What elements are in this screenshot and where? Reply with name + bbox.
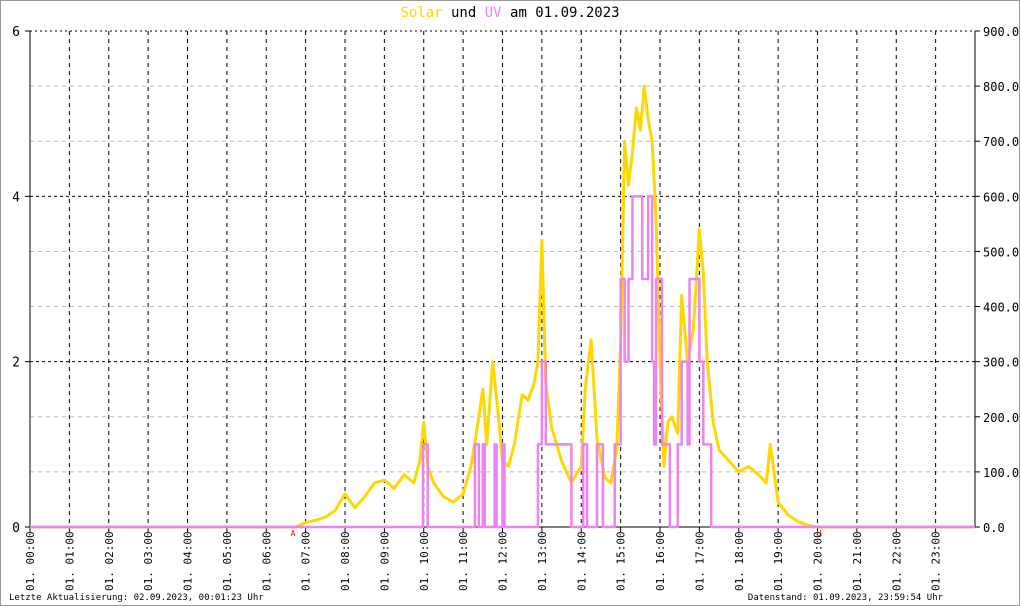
sunrise-marker: A [291, 529, 296, 538]
y-tick-label-left: 2 [12, 356, 20, 371]
x-tick-label: 01. 09:00 [378, 531, 391, 591]
y-tick-label-right: 200.0 [983, 411, 1019, 425]
y-tick-label-right: 700.0 [983, 135, 1019, 149]
x-tick-label: 01. 18:00 [733, 531, 746, 591]
y-tick-label-right: 0.0 [983, 521, 1005, 535]
x-tick-label: 01. 05:00 [221, 531, 234, 591]
x-tick-label: 01. 17:00 [693, 531, 706, 591]
y-tick-label-right: 500.0 [983, 245, 1019, 259]
x-tick-label: 01. 20:00 [812, 531, 825, 591]
x-tick-label: 01. 10:00 [418, 531, 431, 591]
x-tick-label: 01. 19:00 [772, 531, 785, 591]
y-tick-label-right: 100.0 [983, 466, 1019, 480]
last-update-text: Letzte Aktualisierung: 02.09.2023, 00:01… [9, 593, 264, 603]
x-tick-label: 01. 16:00 [654, 531, 667, 591]
x-tick-label: 01. 01:00 [63, 531, 76, 591]
x-tick-label: 01. 23:00 [930, 531, 943, 591]
x-tick-label: 01. 08:00 [339, 531, 352, 591]
x-tick-label: 01. 22:00 [890, 531, 903, 591]
x-tick-label: 01. 07:00 [300, 531, 313, 591]
x-tick-label: 01. 15:00 [615, 531, 628, 591]
chart-svg: 0.0 100.0 200.0 300.0 400.0 500.0 600.0 700.0 80… [12, 25, 1019, 591]
x-tick-label: 01. 04:00 [182, 531, 195, 591]
chart-frame: Solar und UV am 01.09.2023 0.0 100.0 200.0… [0, 0, 1020, 606]
y-tick-label-right: 400.0 [983, 301, 1019, 315]
x-tick-label: 01. 03:00 [142, 531, 155, 591]
x-tick-label: 01. 14:00 [575, 531, 588, 591]
y-tick-label-right: 900.0 [983, 25, 1019, 39]
x-tick-label: 01. 11:00 [457, 531, 470, 591]
y-tick-label-left: 0 [12, 521, 20, 536]
x-tick-label: 01. 00:00 [24, 531, 37, 591]
y-tick-label-left: 6 [12, 25, 20, 40]
x-tick-label: 01. 12:00 [497, 531, 510, 591]
y-tick-label-left: 4 [12, 190, 20, 205]
sunset-marker: U [816, 529, 821, 538]
y-tick-label-right: 300.0 [983, 356, 1019, 370]
y-tick-label-right: 600.0 [983, 190, 1019, 204]
x-tick-label: 01. 06:00 [260, 531, 273, 591]
y-tick-label-right: 800.0 [983, 80, 1019, 94]
x-tick-label: 01. 13:00 [536, 531, 549, 591]
x-tick-label: 01. 21:00 [851, 531, 864, 591]
data-state-text: Datenstand: 01.09.2023, 23:59:54 Uhr [747, 593, 943, 603]
x-tick-label: 01. 02:00 [103, 531, 116, 591]
